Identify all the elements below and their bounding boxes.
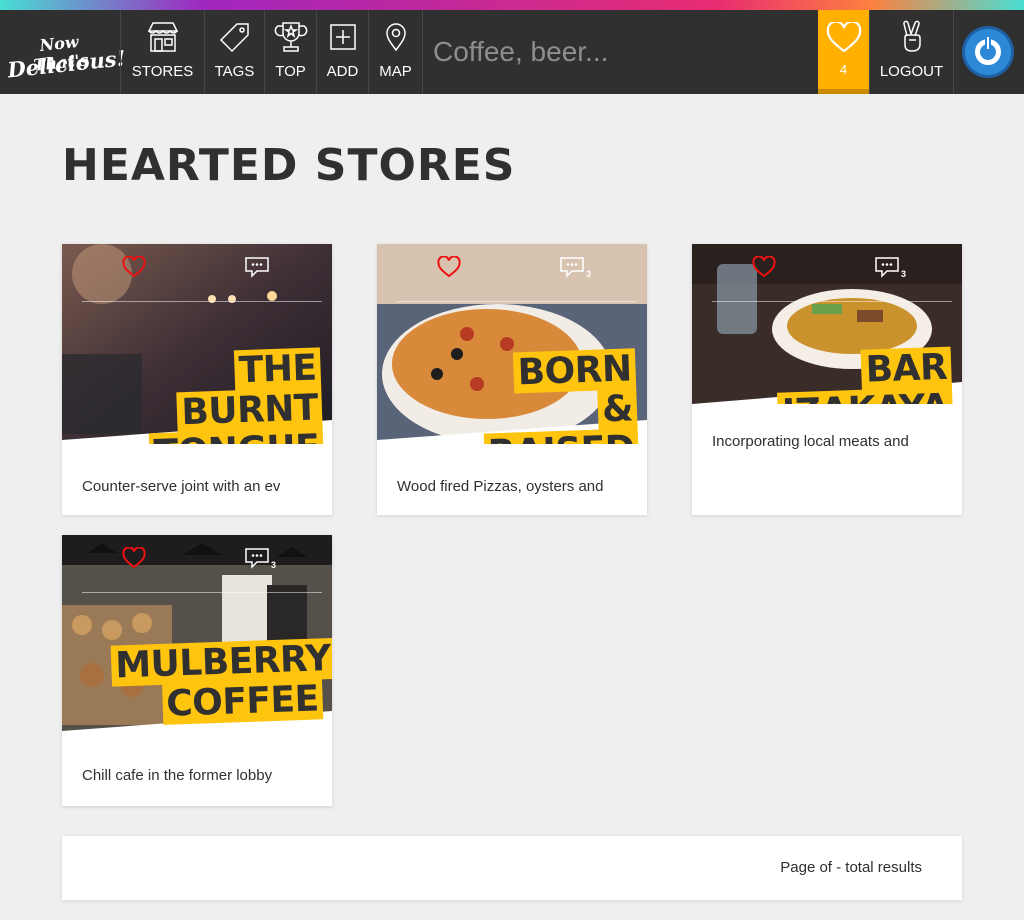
hearts-count: 4: [839, 62, 848, 77]
nav-map-label: MAP: [379, 63, 412, 80]
store-image[interactable]: 3 BORN & RAISED: [377, 244, 647, 444]
heart-icon[interactable]: [437, 256, 461, 278]
store-title[interactable]: BAR IZAKAYA: [701, 346, 954, 404]
card-divider: [82, 592, 322, 593]
nav-logout-label: LOGOUT: [879, 63, 944, 80]
store-name: BAR IZAKAYA: [777, 346, 954, 404]
hearts-button[interactable]: 4: [818, 10, 869, 94]
map-pin-icon: [385, 23, 406, 52]
store-name: THE BURNT TONGUE: [149, 347, 325, 444]
heart-icon[interactable]: [122, 256, 146, 278]
comment-icon[interactable]: [559, 256, 585, 278]
logo[interactable]: Now That's Delicious!: [0, 4, 127, 100]
card-divider: [82, 301, 322, 302]
store-description: Wood fired Pizzas, oysters and: [397, 478, 604, 495]
nav-logout[interactable]: LOGOUT: [869, 10, 953, 94]
nav-stores-label: STORES: [131, 63, 194, 80]
pagination-text: Page of - total results: [780, 859, 922, 876]
search-input[interactable]: [423, 10, 818, 94]
comment-count: 3: [586, 269, 592, 279]
nav-top[interactable]: TOP: [264, 10, 316, 94]
nav-map[interactable]: MAP: [368, 10, 422, 94]
store-name: BORN & RAISED: [483, 348, 640, 444]
store-description: Chill cafe in the former lobby: [82, 767, 273, 784]
card-divider: [397, 301, 637, 302]
store-name: MULBERRY COFFEE: [110, 637, 332, 725]
store-icon: [147, 22, 178, 52]
store-title[interactable]: THE BURNT TONGUE: [110, 347, 325, 444]
search-box: [422, 10, 818, 94]
nav-add[interactable]: ADD: [316, 10, 368, 94]
store-title[interactable]: MULBERRY COFFEE: [110, 637, 332, 726]
store-card: 3 BAR IZAKAYA Incorporating local meats …: [692, 244, 962, 515]
top-nav: Now That's Delicious! STORES TAGS TOP AD…: [0, 10, 1024, 94]
heart-icon[interactable]: [752, 256, 776, 278]
comment-icon[interactable]: [244, 547, 270, 569]
hearts-active-bar: [818, 89, 869, 94]
nav-tags[interactable]: TAGS: [204, 10, 264, 94]
rainbow-bar: [0, 0, 1024, 10]
pagination: Page of - total results: [62, 836, 962, 900]
nav-tags-label: TAGS: [214, 63, 255, 80]
avatar-power-stem: [985, 35, 991, 51]
comment-count: 3: [901, 269, 907, 279]
comment-count: 3: [271, 560, 277, 570]
page-title: HEARTED STORES: [62, 140, 516, 191]
card-divider: [712, 301, 952, 302]
store-card: THE BURNT TONGUE Counter-serve joint wit…: [62, 244, 332, 515]
nav-top-label: TOP: [275, 63, 306, 80]
heart-icon: [826, 22, 862, 53]
heart-icon[interactable]: [122, 547, 146, 569]
store-title[interactable]: BORN & RAISED: [475, 348, 640, 444]
peace-hand-icon: [902, 20, 921, 52]
avatar[interactable]: [962, 26, 1014, 78]
store-description: Counter-serve joint with an ev: [82, 478, 281, 495]
store-card: 3 BORN & RAISED Wood fired Pizzas, oyste…: [377, 244, 647, 515]
tag-icon: [219, 23, 249, 53]
store-image[interactable]: THE BURNT TONGUE: [62, 244, 332, 444]
comment-icon[interactable]: [244, 256, 270, 278]
trophy-icon: [274, 22, 307, 52]
nav-add-label: ADD: [326, 63, 359, 80]
store-card: 3 MULBERRY COFFEE Chill cafe in the form…: [62, 535, 332, 806]
comment-icon[interactable]: [874, 256, 900, 278]
nav-stores[interactable]: STORES: [120, 10, 204, 94]
store-image[interactable]: 3 MULBERRY COFFEE: [62, 535, 332, 735]
add-icon: [329, 24, 356, 50]
store-description: Incorporating local meats and: [712, 433, 909, 450]
store-image[interactable]: 3 BAR IZAKAYA: [692, 244, 962, 404]
